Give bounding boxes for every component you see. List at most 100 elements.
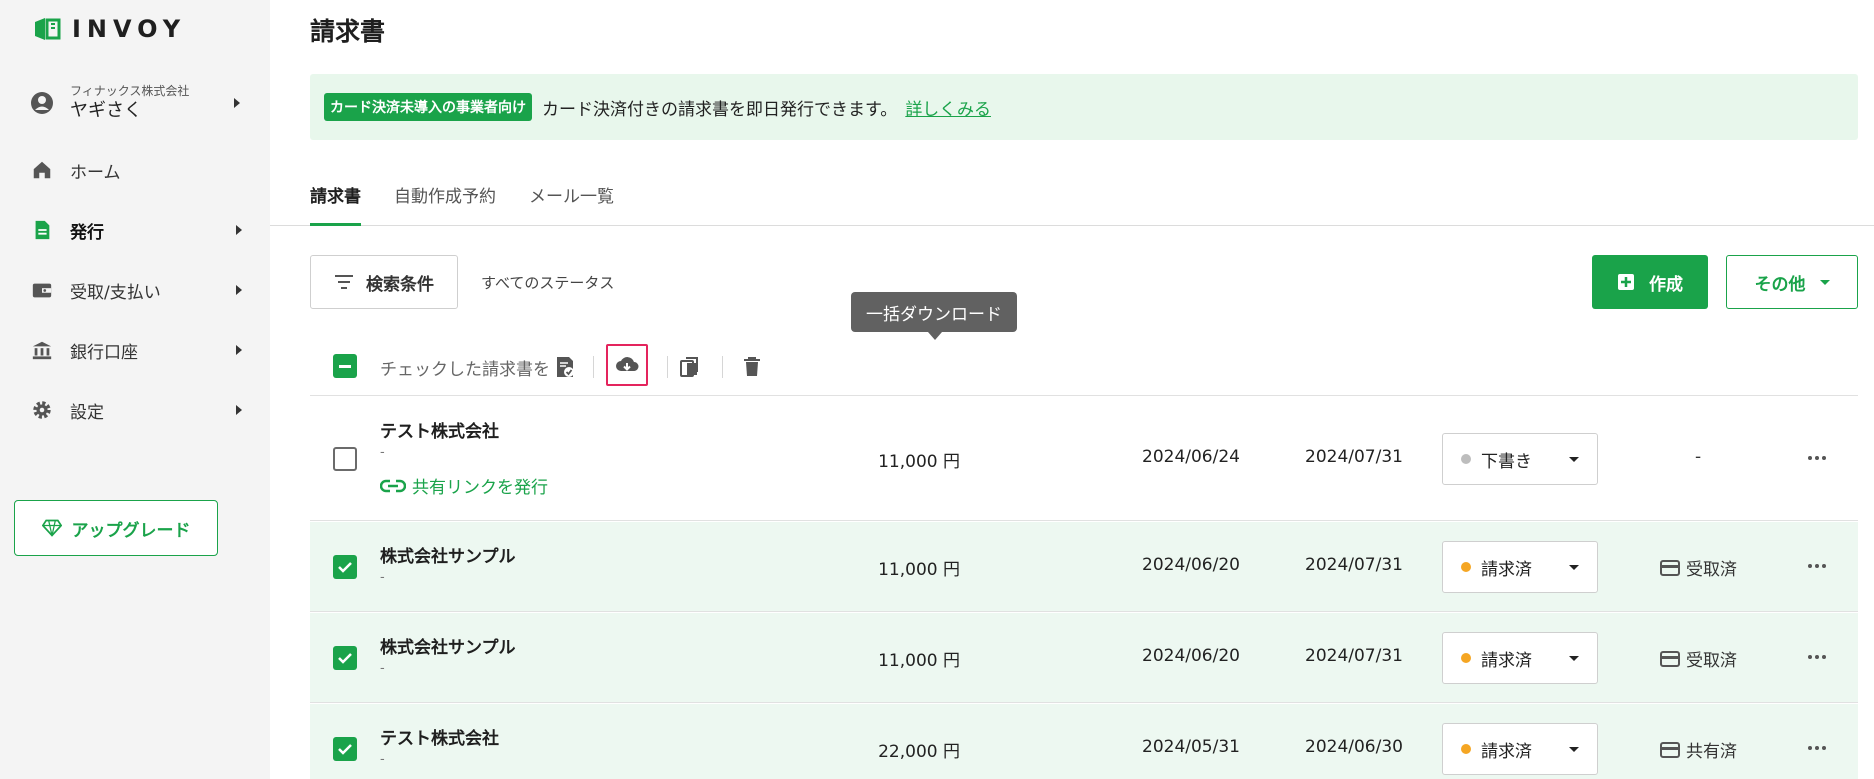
check-icon: [338, 744, 352, 755]
banner-learn-more-link[interactable]: 詳しくみる: [905, 95, 991, 120]
tab-invoices[interactable]: 請求書: [310, 182, 361, 226]
row-payment-status: 共有済: [1660, 737, 1737, 762]
sidebar-item-home[interactable]: ホーム: [0, 140, 270, 200]
bulk-delete-button[interactable]: [737, 352, 767, 382]
status-dropdown[interactable]: 下書き: [1442, 433, 1598, 485]
row-checkbox[interactable]: [333, 555, 357, 579]
row-issue-date: 2024/06/20: [1142, 646, 1240, 666]
banner-badge: カード決済未導入の事業者向け: [324, 93, 532, 121]
bulk-action-label: チェックした請求書を: [380, 360, 550, 380]
row-due-date: 2024/07/31: [1305, 555, 1403, 575]
more-options-button[interactable]: [1808, 456, 1828, 460]
sidebar-item-issue[interactable]: 発行: [0, 200, 270, 260]
check-icon: [338, 653, 352, 664]
row-amount: 11,000 円: [878, 452, 960, 472]
sidebar-item-receive-pay[interactable]: 受取/支払い: [0, 260, 270, 320]
share-link-button[interactable]: 共有リンクを発行: [380, 473, 548, 498]
tab-bar: 請求書 自動作成予約 メール一覧: [270, 170, 1874, 226]
check-icon: [338, 562, 352, 573]
table-row[interactable]: 株式会社サンプル - 11,000 円 2024/06/20 2024/07/3…: [310, 522, 1858, 612]
row-checkbox[interactable]: [333, 646, 357, 670]
bulk-download-tooltip: 一括ダウンロード: [851, 292, 1017, 340]
logo-mark-icon: [35, 18, 61, 40]
page-title: 請求書: [310, 17, 386, 46]
row-due-date: 2024/07/31: [1305, 646, 1403, 666]
credit-card-icon: [1660, 741, 1680, 758]
more-options-button[interactable]: [1808, 746, 1828, 750]
copy-icon: [680, 357, 698, 377]
row-client-name: 株式会社サンプル: [380, 638, 516, 658]
status-label: 下書き: [1481, 451, 1532, 472]
status-dropdown[interactable]: 請求済: [1442, 723, 1598, 775]
row-payment-status: 受取済: [1660, 646, 1737, 671]
tab-mail-list[interactable]: メール一覧: [529, 182, 614, 226]
table-row[interactable]: テスト株式会社 - 22,000 円 2024/05/31 2024/06/30…: [310, 704, 1858, 779]
caret-down-icon: [1819, 279, 1830, 285]
divider: [667, 356, 668, 378]
logo[interactable]: INVOY: [32, 14, 186, 44]
caret-down-icon: [1569, 747, 1579, 752]
home-icon: [30, 158, 54, 182]
status-dropdown[interactable]: 請求済: [1442, 632, 1598, 684]
cloud-download-icon: [616, 357, 639, 371]
account-circle-icon: [31, 92, 53, 114]
search-conditions-button[interactable]: 検索条件: [310, 255, 458, 309]
more-options-button[interactable]: [1808, 564, 1828, 568]
logo-text: INVOY: [72, 15, 187, 43]
bulk-copy-button[interactable]: [675, 352, 705, 382]
status-dot: [1461, 454, 1471, 464]
chevron-right-icon: [234, 98, 240, 108]
row-subtitle: -: [380, 661, 385, 676]
select-all-checkbox[interactable]: [333, 354, 357, 378]
upgrade-button[interactable]: アップグレード: [14, 500, 218, 556]
sidebar-item-label: 設定: [70, 402, 104, 423]
other-label: その他: [1754, 274, 1806, 295]
sidebar: INVOY フィナックス株式会社 ヤギさく ホーム 発行 受取/支払い 銀行口座…: [0, 0, 270, 779]
other-menu-button[interactable]: その他: [1726, 255, 1858, 309]
status-dot: [1461, 562, 1471, 572]
caret-down-icon: [1569, 457, 1579, 462]
row-issue-date: 2024/06/20: [1142, 555, 1240, 575]
credit-card-icon: [1660, 559, 1680, 576]
tab-auto-schedule[interactable]: 自動作成予約: [394, 182, 496, 226]
bank-icon: [30, 338, 54, 362]
row-payment-status: -: [1695, 447, 1702, 467]
diamond-icon: [41, 519, 62, 537]
payment-label: 共有済: [1686, 742, 1737, 762]
payment-label: 受取済: [1686, 651, 1737, 671]
row-client-name: 株式会社サンプル: [380, 547, 516, 567]
status-dot: [1461, 744, 1471, 754]
account-company: フィナックス株式会社: [70, 84, 190, 98]
bulk-download-button[interactable]: [606, 344, 648, 386]
share-link-label: 共有リンクを発行: [412, 478, 548, 498]
bulk-approve-button[interactable]: [550, 352, 580, 382]
credit-card-icon: [1660, 650, 1680, 667]
row-issue-date: 2024/06/24: [1142, 447, 1240, 467]
table-row[interactable]: 株式会社サンプル - 11,000 円 2024/06/20 2024/07/3…: [310, 613, 1858, 703]
chevron-right-icon: [236, 285, 242, 295]
sidebar-item-bank[interactable]: 銀行口座: [0, 320, 270, 380]
row-checkbox[interactable]: [333, 447, 357, 471]
chevron-right-icon: [236, 225, 242, 235]
status-dropdown[interactable]: 請求済: [1442, 541, 1598, 593]
table-row[interactable]: テスト株式会社 - 共有リンクを発行 11,000 円 2024/06/24 2…: [310, 397, 1858, 521]
row-checkbox[interactable]: [333, 737, 357, 761]
row-payment-status: 受取済: [1660, 555, 1737, 580]
gear-icon: [30, 398, 54, 422]
sidebar-item-settings[interactable]: 設定: [0, 380, 270, 440]
row-subtitle: -: [380, 752, 385, 767]
trash-icon: [744, 357, 760, 376]
filter-label: 検索条件: [366, 274, 434, 295]
row-issue-date: 2024/05/31: [1142, 737, 1240, 757]
status-filter-text[interactable]: すべてのステータス: [481, 272, 614, 293]
create-button[interactable]: 作成: [1592, 255, 1708, 309]
promo-banner: カード決済未導入の事業者向け カード決済付きの請求書を即日発行できます。 詳しく…: [310, 74, 1858, 140]
document-check-icon: [557, 357, 574, 377]
row-amount: 11,000 円: [878, 560, 960, 580]
status-label: 請求済: [1481, 741, 1532, 762]
sidebar-nav: ホーム 発行 受取/支払い 銀行口座 設定: [0, 140, 270, 440]
more-options-button[interactable]: [1808, 655, 1828, 659]
status-label: 請求済: [1481, 559, 1532, 580]
chevron-right-icon: [236, 345, 242, 355]
account-switcher[interactable]: フィナックス株式会社 ヤギさく: [30, 80, 250, 126]
